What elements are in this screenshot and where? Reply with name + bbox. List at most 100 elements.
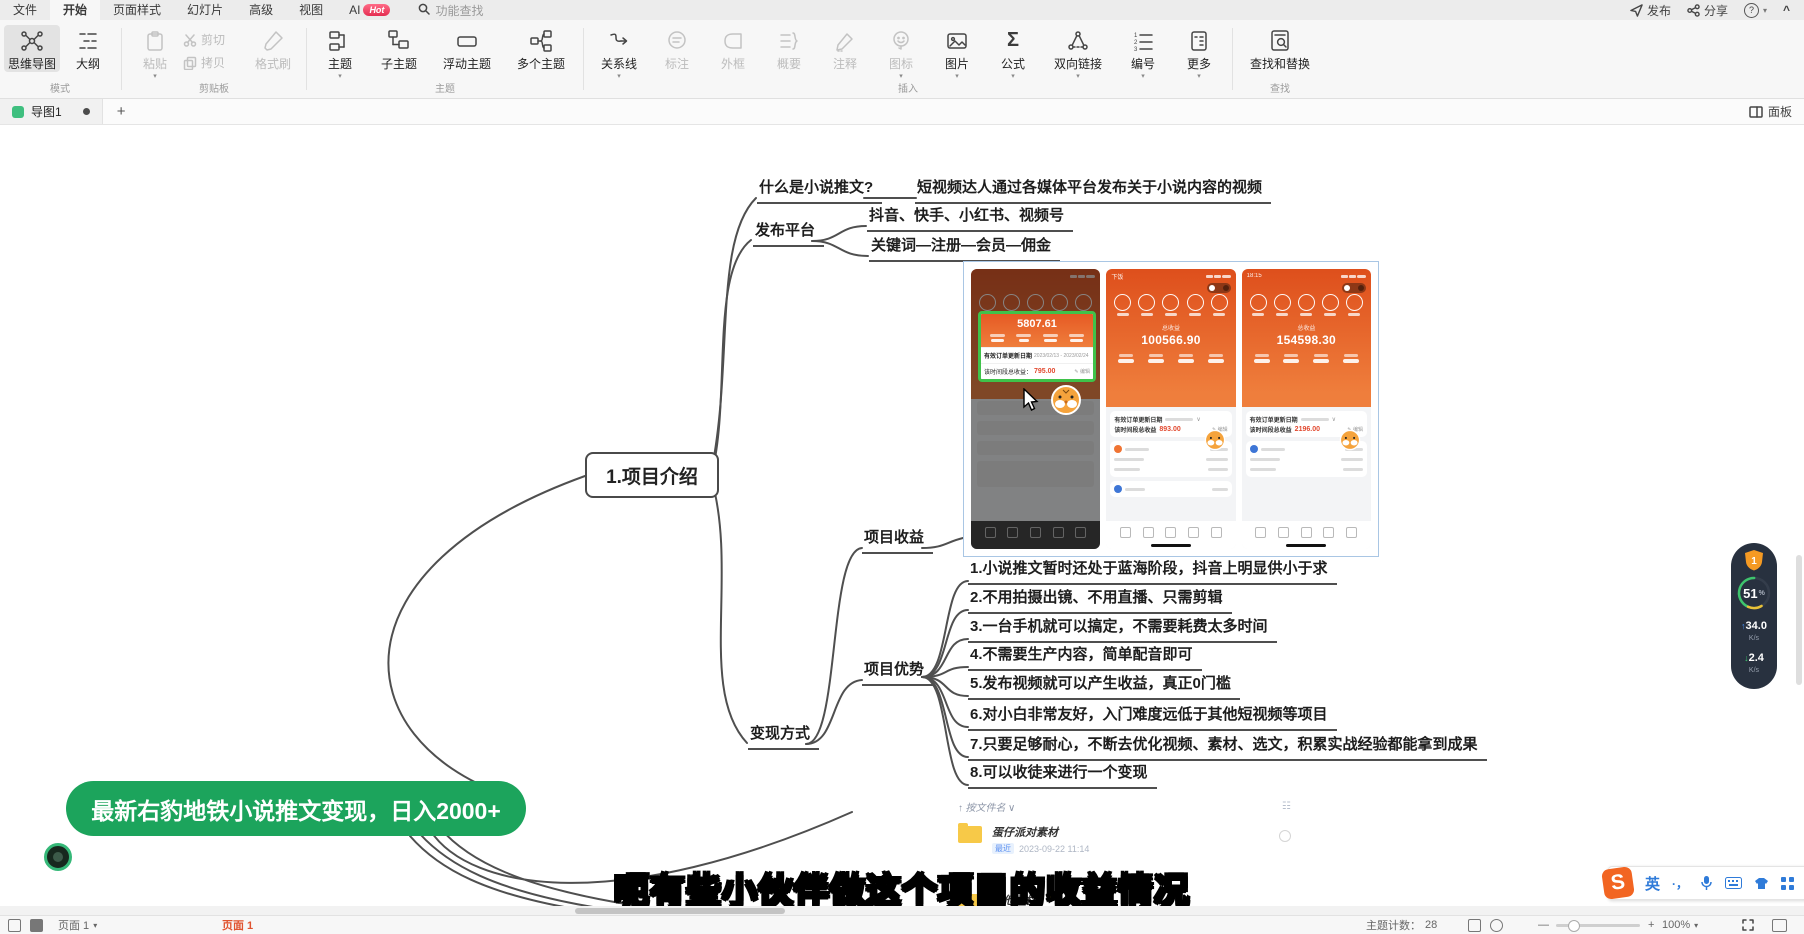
add-sheet-button[interactable]: + <box>103 103 140 120</box>
zoom-slider[interactable] <box>1556 916 1640 934</box>
branch-platform-item-2[interactable]: 关键词—注册—会员—佣金 <box>869 234 1060 262</box>
subtopic-icon <box>387 28 412 53</box>
caret-down-icon: ▾ <box>153 74 157 79</box>
subtopic-button[interactable]: 子主题 <box>368 25 430 72</box>
collapse-ribbon-button[interactable]: ^ <box>1783 3 1790 17</box>
multiple-topics-button[interactable]: 多个主题 <box>504 25 578 72</box>
mindmap-root-node[interactable]: 最新右豹地铁小说推文变现，日入2000+ <box>66 781 526 836</box>
sort-by-name-control[interactable]: ↑ 按文件名 ∨ <box>958 799 1015 814</box>
page-selector[interactable]: 页面 1 ▾ <box>58 916 97 934</box>
root-collapse-icon[interactable] <box>44 843 72 871</box>
format-painter-button[interactable]: 格式刷 <box>245 25 301 72</box>
caret-down-icon: ▾ <box>1011 74 1015 79</box>
presentation-icon[interactable] <box>1772 916 1787 934</box>
topic-icon <box>328 28 353 53</box>
note-label: 注释 <box>833 55 857 72</box>
share-button[interactable]: 分享 <box>1687 2 1728 19</box>
list-view-icon[interactable]: ☷ <box>1282 801 1291 812</box>
search-label: 功能查找 <box>435 2 483 19</box>
upload-speed: ↑34.0 K/s <box>1741 620 1767 643</box>
ribbon-group-mode: 思维导图 大纲 模式 <box>4 20 116 98</box>
sogou-logo-icon[interactable]: S <box>1601 866 1635 900</box>
toolbox-icon[interactable] <box>1781 877 1794 890</box>
icon-button[interactable]: 图标 ▾ <box>873 25 929 79</box>
advantage-item-5[interactable]: 5.发布视频就可以产生收益，真正0门槛 <box>968 672 1240 700</box>
advantage-item-2[interactable]: 2.不用拍摄出镜、不用直播、只需剪辑 <box>968 586 1232 614</box>
fullscreen-icon[interactable] <box>1742 916 1754 934</box>
caret-down-icon: ▾ <box>1763 6 1767 15</box>
advantage-item-4[interactable]: 4.不需要生产内容，简单配音即可 <box>968 643 1202 671</box>
zoom-slider-knob[interactable] <box>1568 920 1580 932</box>
select-circle-icon[interactable] <box>1279 830 1291 842</box>
panel-toggle-button[interactable]: 面板 <box>1749 103 1804 120</box>
ime-language-toggle[interactable]: 英 <box>1645 873 1660 894</box>
paste-button[interactable]: 粘贴 ▾ <box>127 25 183 79</box>
fit-page-icon[interactable] <box>1468 916 1481 934</box>
picture-button[interactable]: 图片 ▾ <box>929 25 985 79</box>
ime-toolbar[interactable]: S 英 ·， <box>1608 866 1804 900</box>
sheet-tab-map1[interactable]: 导图1 <box>0 99 103 124</box>
advantage-item-6[interactable]: 6.对小白非常友好，入门难度远低于其他短视频等项目 <box>968 703 1337 731</box>
cut-button[interactable]: 剪切 <box>183 31 245 48</box>
horizontal-scrollbar-thumb[interactable] <box>575 908 785 914</box>
grid-view-icon[interactable] <box>8 916 21 934</box>
branch-income[interactable]: 项目收益 <box>862 526 933 554</box>
zoom-out-button[interactable]: — <box>1538 916 1549 934</box>
menu-tab-slides[interactable]: 幻灯片 <box>174 0 236 20</box>
active-page-tab[interactable]: 页面 1 <box>222 916 253 934</box>
branch-monetize[interactable]: 变现方式 <box>748 722 819 750</box>
branch-platform-item-1[interactable]: 抖音、快手、小红书、视频号 <box>867 204 1073 232</box>
advantage-item-1[interactable]: 1.小说推文暂时还处于蓝海阶段，抖音上明显供小于求 <box>968 557 1337 585</box>
note-button[interactable]: 注释 <box>817 25 873 72</box>
copy-button[interactable]: 拷贝 <box>183 54 245 71</box>
boundary-button[interactable]: 外框 <box>705 25 761 72</box>
bidirectional-link-button[interactable]: 双向链接 ▾ <box>1041 25 1115 79</box>
publish-button[interactable]: 发布 <box>1630 2 1671 19</box>
zoom-in-button[interactable]: + <box>1648 916 1654 934</box>
floating-topic-button[interactable]: 浮动主题 <box>430 25 504 72</box>
numbering-button[interactable]: 123 编号 ▾ <box>1115 25 1171 79</box>
menu-tab-page-style[interactable]: 页面样式 <box>100 0 174 20</box>
relationship-line-button[interactable]: 关系线 ▾ <box>589 25 649 79</box>
formula-button[interactable]: Σ 公式 ▾ <box>985 25 1041 79</box>
advantage-item-7[interactable]: 7.只要足够耐心，不断去优化视频、素材、选文，积累实战经验都能拿到成果 <box>968 733 1487 761</box>
branch-what-question[interactable]: 什么是小说推文? <box>757 176 882 204</box>
ime-punctuation-toggle[interactable]: ·， <box>1672 875 1688 892</box>
share-icon <box>1687 4 1700 17</box>
menu-tab-file[interactable]: 文件 <box>0 0 50 20</box>
advantage-item-8[interactable]: 8.可以收徒来进行一个变现 <box>968 761 1157 789</box>
mindmap-center-node[interactable]: 1.项目介绍 <box>585 452 719 498</box>
skin-icon[interactable] <box>1754 877 1769 890</box>
callout-button[interactable]: 标注 <box>649 25 705 72</box>
advantage-item-3[interactable]: 3.一台手机就可以搞定，不需要耗费太多时间 <box>968 615 1277 643</box>
menu-tab-home[interactable]: 开始 <box>50 0 100 20</box>
outline-mode-button[interactable]: 大纲 <box>60 25 116 72</box>
more-button[interactable]: 更多 ▾ <box>1171 25 1227 79</box>
menu-tab-advanced[interactable]: 高级 <box>236 0 286 20</box>
menu-tab-ai[interactable]: AI <box>336 0 362 20</box>
summary-button[interactable]: 概要 <box>761 25 817 72</box>
feature-search[interactable]: 功能查找 <box>418 2 483 19</box>
branch-platform[interactable]: 发布平台 <box>753 219 824 247</box>
folder-icon <box>958 826 982 843</box>
branch-advantage[interactable]: 项目优势 <box>862 658 933 686</box>
microphone-icon[interactable] <box>1700 875 1713 891</box>
file-row-1[interactable]: 蛋仔派对素材 最近2023-09-22 11:14 <box>952 818 1297 860</box>
topic-button[interactable]: 主题 ▾ <box>312 25 368 79</box>
group-label-find: 查找 <box>1238 80 1322 98</box>
zoom-level[interactable]: 100% ▾ <box>1662 916 1698 934</box>
find-replace-button[interactable]: 查找和替换 <box>1238 25 1322 72</box>
page-view-icon[interactable] <box>30 916 43 934</box>
booster-widget[interactable]: 1 51% ↑34.0 K/s ↓2.4 K/s <box>1731 543 1777 689</box>
keyboard-icon[interactable] <box>1725 877 1742 889</box>
menu-tab-view[interactable]: 视图 <box>286 0 336 20</box>
vertical-scrollbar-thumb[interactable] <box>1796 555 1802 685</box>
fit-width-icon[interactable] <box>1490 916 1503 934</box>
picture-label: 图片 <box>945 55 969 72</box>
picture-icon <box>945 28 970 53</box>
caret-down-icon: ▾ <box>617 74 621 79</box>
branch-what-answer[interactable]: 短视频达人通过各媒体平台发布关于小说内容的视频 <box>915 176 1271 204</box>
folder-date: 2023-09-22 11:14 <box>1019 844 1089 854</box>
help-button[interactable]: ? ▾ <box>1744 3 1767 18</box>
mindmap-mode-button[interactable]: 思维导图 <box>4 25 60 72</box>
